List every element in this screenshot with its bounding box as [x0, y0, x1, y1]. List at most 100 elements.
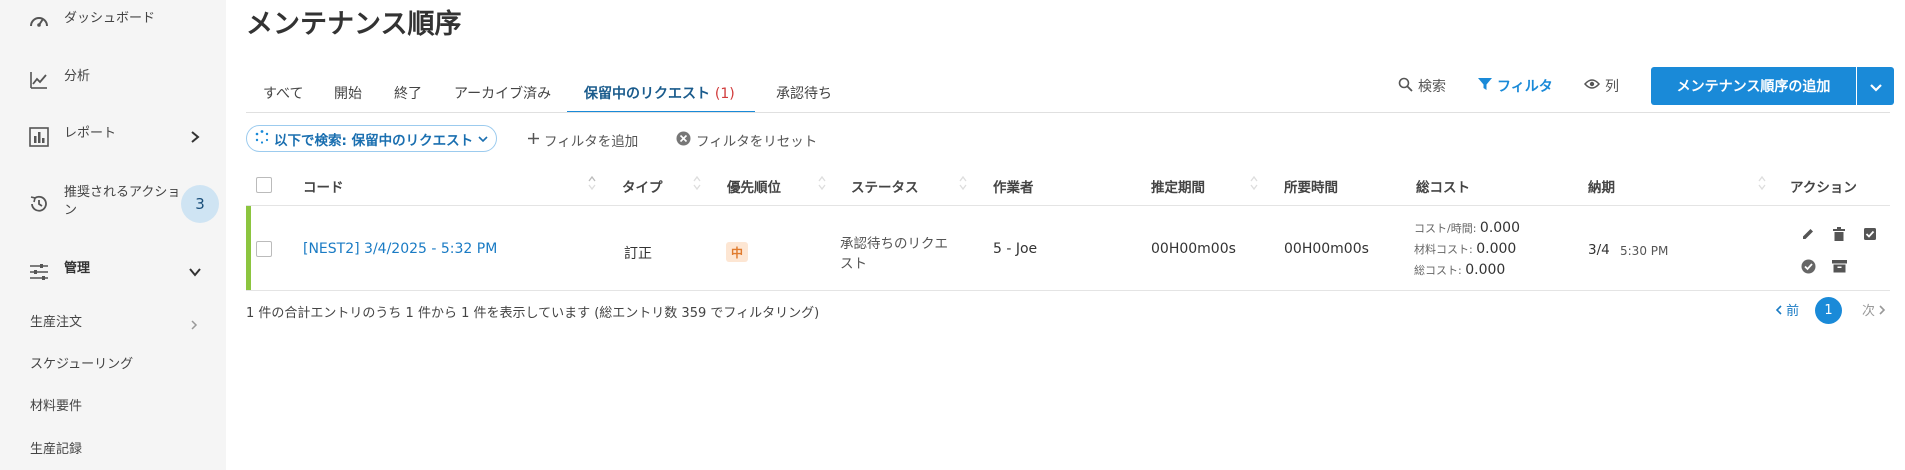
pagination-prev-label: 前	[1786, 304, 1800, 319]
tab-label: 承認待ち	[776, 86, 832, 102]
sort-icon[interactable]	[817, 174, 827, 192]
edit-icon[interactable]	[1800, 226, 1816, 242]
chevron-right-icon	[188, 130, 202, 144]
row-status-line-1: 承認待ちのリクエ	[840, 236, 948, 252]
column-header-total-cost[interactable]: 総コスト	[1416, 176, 1470, 196]
check-circle-icon[interactable]	[1800, 258, 1816, 274]
chevron-down-icon	[478, 131, 488, 147]
tab-pending-requests[interactable]: 保留中のリクエスト (1)	[567, 75, 755, 113]
sidebar-subitem-material-requirements[interactable]: 材料要件	[30, 395, 82, 414]
speedometer-icon	[28, 11, 50, 33]
table-summary: 1 件の合計エントリのうち 1 件から 1 件を表示しています (総エントリ数 …	[246, 306, 820, 321]
sort-icon[interactable]	[587, 174, 597, 192]
sort-icon[interactable]	[692, 174, 702, 192]
spinner-icon	[255, 129, 269, 148]
sidebar-subitem-label: 生産注文	[30, 315, 83, 330]
sidebar-item-label: 推奨されるアクション	[64, 185, 181, 218]
pagination-prev[interactable]: 前	[1775, 300, 1799, 319]
tab-label: 開始	[334, 86, 362, 102]
table-header-divider	[246, 205, 1890, 206]
row-cost-per-hour: コスト/時間: 0.000	[1414, 220, 1520, 236]
columns-label: 列	[1605, 79, 1619, 95]
row-worker: 5 - Joe	[993, 241, 1038, 257]
column-header-required-time[interactable]: 所要時間	[1284, 176, 1338, 196]
tab-started[interactable]: 開始	[317, 75, 379, 113]
row-type: 訂正	[624, 246, 652, 262]
sliders-icon	[28, 261, 50, 283]
column-header-estimated-duration[interactable]: 推定期間	[1151, 176, 1205, 196]
close-circle-icon	[676, 131, 691, 150]
row-estimated-duration: 00H00m00s	[1151, 241, 1236, 257]
row-code-link[interactable]: [NEST2] 3/4/2025 - 5:32 PM	[303, 241, 497, 257]
tab-awaiting-approval[interactable]: 承認待ち	[759, 75, 849, 113]
sidebar-item-reports[interactable]: レポート	[0, 125, 226, 149]
tabs-divider	[246, 112, 1890, 113]
sidebar-item-management[interactable]: 管理	[0, 260, 226, 284]
tab-label: 終了	[394, 86, 422, 102]
filter-chip[interactable]: 以下で検索: 保留中のリクエスト	[246, 125, 498, 152]
sidebar-item-label: 管理	[64, 261, 91, 276]
add-dropdown-button[interactable]	[1857, 67, 1894, 105]
add-filter-button[interactable]: フィルタを追加	[528, 130, 638, 150]
sidebar-item-label: 分析	[64, 69, 91, 84]
sidebar-subitem-production-orders[interactable]: 生産注文	[30, 311, 82, 330]
search-button[interactable]: 検索	[1398, 76, 1446, 96]
sidebar-subitem-label: 材料要件	[30, 399, 83, 414]
sidebar-item-label: ダッシュボード	[64, 11, 156, 26]
chevron-down-icon	[188, 265, 202, 279]
add-maintenance-order-button[interactable]: メンテナンス順序の追加	[1651, 67, 1856, 105]
tab-finished[interactable]: 終了	[377, 75, 439, 113]
sidebar-item-label: レポート	[64, 126, 117, 141]
sidebar-subitem-label: 生産記録	[30, 442, 83, 457]
filter-button[interactable]: フィルタ	[1478, 76, 1553, 96]
tab-label: アーカイブ済み	[454, 86, 552, 102]
column-header-due-date[interactable]: 納期	[1588, 176, 1615, 196]
row-status-accent	[246, 206, 251, 290]
chart-line-icon	[28, 69, 50, 91]
notification-badge: 3	[181, 185, 219, 223]
cost-label: 総コスト:	[1414, 264, 1462, 277]
column-header-code[interactable]: コード	[303, 176, 344, 196]
tab-all[interactable]: すべて	[246, 75, 320, 113]
row-checkbox[interactable]	[256, 241, 272, 257]
sort-icon[interactable]	[1249, 174, 1259, 192]
sort-icon[interactable]	[958, 174, 968, 192]
sidebar-subitem-production-records[interactable]: 生産記録	[30, 438, 82, 457]
column-header-priority[interactable]: 優先順位	[727, 176, 781, 196]
chevron-right-icon	[1879, 304, 1886, 319]
checkbox-approve-icon[interactable]	[1862, 226, 1878, 242]
row-status-line-2: スト	[840, 256, 867, 272]
column-header-status[interactable]: ステータス	[851, 176, 919, 196]
sidebar: ダッシュボード 分析 レポート 推奨されるアクション 3 管理 生産注文 スケジ…	[0, 0, 226, 470]
trash-icon[interactable]	[1831, 226, 1847, 242]
filter-chip-label: 以下で検索: 保留中のリクエスト	[274, 132, 474, 149]
sidebar-item-analysis[interactable]: 分析	[0, 68, 226, 92]
sidebar-subitem-scheduling[interactable]: スケジューリング	[30, 353, 133, 372]
bar-chart-icon	[28, 126, 50, 148]
tab-archived[interactable]: アーカイブ済み	[437, 75, 568, 113]
row-due-time: 5:30 PM	[1620, 244, 1669, 258]
columns-button[interactable]: 列	[1584, 76, 1619, 96]
select-all-checkbox[interactable]	[256, 177, 272, 193]
plus-icon	[528, 132, 539, 148]
reset-filter-label: フィルタをリセット	[696, 134, 818, 150]
priority-badge: 中	[726, 242, 748, 262]
sidebar-item-dashboard[interactable]: ダッシュボード	[0, 10, 226, 34]
sidebar-item-recommended-actions[interactable]: 推奨されるアクション 3	[0, 184, 226, 224]
cost-label: 材料コスト:	[1414, 243, 1473, 256]
eye-icon	[1584, 78, 1600, 94]
reset-filter-button[interactable]: フィルタをリセット	[676, 130, 817, 150]
pagination-page-1[interactable]: 1	[1815, 297, 1842, 324]
add-filter-label: フィルタを追加	[544, 134, 639, 150]
pagination-next[interactable]: 次	[1862, 300, 1886, 319]
chevron-down-icon	[1869, 77, 1882, 96]
column-header-type[interactable]: タイプ	[622, 176, 663, 196]
tab-label: すべて	[263, 86, 304, 102]
chevron-right-icon	[190, 315, 198, 334]
row-material-cost: 材料コスト: 0.000	[1414, 241, 1516, 257]
sort-icon[interactable]	[1757, 174, 1767, 192]
tab-label: 保留中のリクエスト	[584, 86, 710, 102]
table-row-divider	[246, 290, 1890, 291]
column-header-worker[interactable]: 作業者	[993, 176, 1034, 196]
archive-icon[interactable]	[1831, 258, 1847, 274]
